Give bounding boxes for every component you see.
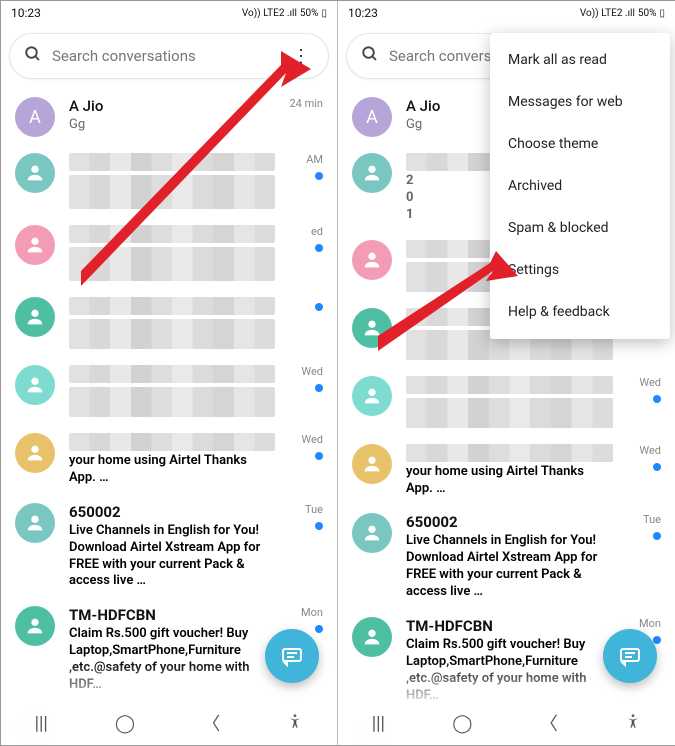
conv-time: 24 min: [290, 97, 324, 110]
list-item[interactable]: 650002Live Channels in English for You! …: [338, 505, 675, 609]
new-chat-fab[interactable]: [603, 629, 657, 683]
android-navbar: ||| ◯ 〈: [338, 701, 675, 745]
nav-home-icon[interactable]: ◯: [452, 713, 472, 734]
menu-choose-theme[interactable]: Choose theme: [490, 123, 670, 165]
avatar: [352, 153, 392, 193]
status-bar: 10:23 Vo)) LTE2 .ıll 50% ▯: [1, 1, 337, 25]
status-right: Vo)) LTE2 .ıll 50% ▯: [242, 8, 327, 19]
list-item[interactable]: 650002 Live Channels in English for You! …: [1, 495, 337, 599]
phone-screen-left: 10:23 Vo)) LTE2 .ıll 50% ▯ Search conver…: [1, 1, 338, 745]
status-bar: 10:23 Vo)) LTE2 .ıll 50% ▯: [338, 1, 675, 25]
list-item[interactable]: xx: [1, 289, 337, 357]
overflow-icon[interactable]: ⋮: [288, 46, 314, 67]
nav-recent-icon[interactable]: |||: [35, 713, 48, 734]
redacted: x: [69, 225, 275, 243]
avatar: [352, 513, 392, 553]
nav-back-icon[interactable]: 〈: [202, 710, 220, 736]
list-item[interactable]: xxxxxx AM: [1, 145, 337, 217]
avatar: [15, 365, 55, 405]
redacted: x: [69, 387, 275, 417]
unread-dot: [315, 172, 323, 180]
conv-sub: your home using Airtel Thanks App. …: [69, 453, 275, 487]
redacted: x: [69, 247, 275, 281]
redacted: x: [69, 433, 275, 451]
search-icon: [24, 45, 42, 67]
avatar: [352, 376, 392, 416]
nav-accessibility-icon[interactable]: [625, 713, 641, 734]
unread-dot: [315, 303, 323, 311]
nav-home-icon[interactable]: ◯: [115, 713, 135, 734]
avatar: [15, 503, 55, 543]
conv-title: 650002: [69, 503, 275, 521]
battery-icon: ▯: [659, 8, 665, 19]
redacted: xxxxx: [69, 153, 275, 171]
status-time: 10:23: [348, 6, 378, 20]
avatar: [352, 308, 392, 348]
list-item[interactable]: xx ed: [1, 217, 337, 289]
status-right: Vo)) LTE2 .ıll 50% ▯: [580, 8, 665, 19]
avatar: [15, 225, 55, 265]
avatar: [15, 606, 55, 646]
avatar: [352, 240, 392, 280]
redacted: x: [69, 175, 275, 209]
menu-messages-for-web[interactable]: Messages for web: [490, 81, 670, 123]
android-navbar: ||| ◯ 〈: [1, 701, 337, 745]
overflow-menu: Mark all as read Messages for web Choose…: [490, 33, 670, 339]
list-item[interactable]: xyour home using Airtel Thanks App. … We…: [1, 425, 337, 495]
list-item[interactable]: xx Wed: [1, 357, 337, 425]
avatar: [15, 433, 55, 473]
menu-help-feedback[interactable]: Help & feedback: [490, 291, 670, 333]
search-bar[interactable]: Search conversations ⋮: [9, 33, 329, 79]
avatar: [15, 297, 55, 337]
status-time: 10:23: [11, 6, 41, 20]
menu-spam-blocked[interactable]: Spam & blocked: [490, 207, 670, 249]
phone-screen-right: 10:23 Vo)) LTE2 .ıll 50% ▯ Search conver…: [338, 1, 675, 745]
conv-sub: Live Channels in English for You! Downlo…: [69, 523, 275, 591]
nav-recent-icon[interactable]: |||: [372, 713, 385, 734]
nav-accessibility-icon[interactable]: [287, 713, 303, 734]
unread-dot: [315, 522, 323, 530]
conv-title: A Jio: [69, 97, 275, 115]
avatar: A: [352, 97, 392, 137]
avatar: A: [15, 97, 55, 137]
unread-dot: [315, 384, 323, 392]
conv-title: TM-HDFCBN: [69, 606, 275, 624]
new-chat-fab[interactable]: [265, 629, 319, 683]
battery-icon: ▯: [321, 8, 327, 19]
list-item[interactable]: xyour home using Airtel Thanks App. … We…: [338, 436, 675, 506]
redacted: x: [69, 297, 275, 315]
menu-settings[interactable]: Settings: [490, 249, 670, 291]
avatar: [352, 617, 392, 657]
avatar: [15, 153, 55, 193]
redacted: x: [69, 319, 275, 349]
search-icon: [361, 45, 379, 67]
list-item[interactable]: A A Jio Gg 24 min: [1, 89, 337, 145]
unread-dot: [315, 244, 323, 252]
avatar: [352, 444, 392, 484]
nav-back-icon[interactable]: 〈: [540, 710, 558, 736]
list-item[interactable]: xx Wed: [338, 368, 675, 436]
unread-dot: [315, 625, 323, 633]
search-placeholder: Search conversations: [52, 47, 288, 65]
conv-sub: Gg: [69, 117, 275, 134]
menu-mark-all-read[interactable]: Mark all as read: [490, 39, 670, 81]
unread-dot: [315, 452, 323, 460]
menu-archived[interactable]: Archived: [490, 165, 670, 207]
redacted: x: [69, 365, 275, 383]
